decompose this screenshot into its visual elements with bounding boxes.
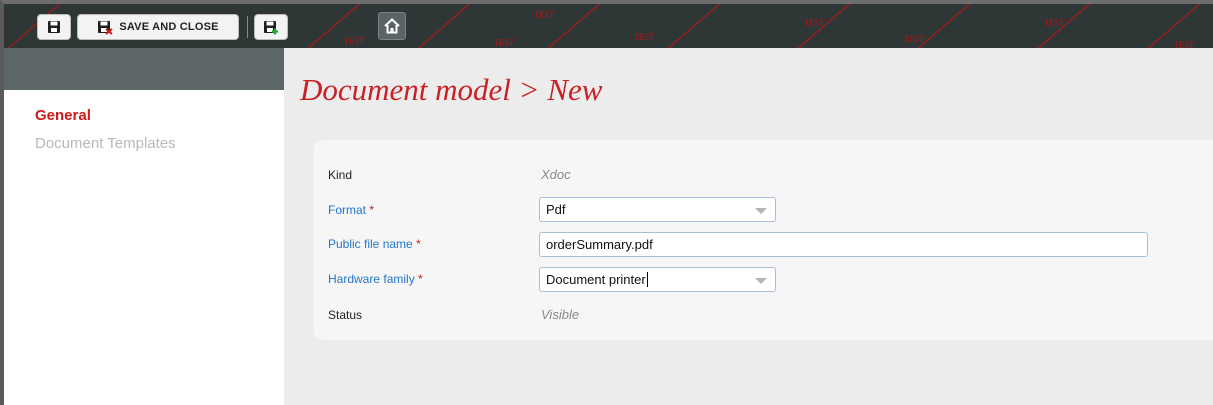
- sidebar: General Document Templates: [4, 48, 284, 405]
- home-button[interactable]: [378, 12, 406, 40]
- save-button[interactable]: [37, 14, 71, 40]
- app-window: TEST TEST TEST TEST TEST TEST TEST TEST: [0, 0, 1213, 405]
- toolbar-divider: [247, 16, 248, 38]
- watermark-text: TEST: [634, 32, 655, 42]
- save-and-close-label: SAVE AND CLOSE: [119, 21, 219, 33]
- dropdown-arrow-icon[interactable]: [755, 208, 767, 214]
- floppy-disk-icon: [48, 21, 60, 33]
- required-marker: *: [369, 203, 375, 217]
- watermark-text: TEST: [494, 38, 515, 48]
- home-icon: [384, 18, 400, 34]
- watermark-text: TEST: [1174, 40, 1195, 48]
- public-file-name-label: Public file name *: [328, 237, 421, 251]
- dropdown-arrow-icon[interactable]: [755, 278, 767, 284]
- watermark-text: TEST: [1044, 18, 1065, 28]
- public-file-name-value: orderSummary.pdf: [546, 237, 653, 252]
- watermark-text: TEST: [804, 18, 825, 28]
- sidebar-header: [4, 48, 284, 90]
- save-and-new-button[interactable]: [254, 14, 288, 40]
- watermark-text: TEST: [344, 36, 365, 46]
- format-selected-value: Pdf: [546, 202, 566, 217]
- format-label: Format *: [328, 203, 375, 217]
- kind-label: Kind: [328, 168, 353, 182]
- status-value: Visible: [541, 307, 580, 322]
- hardware-family-label: Hardware family *: [328, 272, 423, 286]
- toolbar: TEST TEST TEST TEST TEST TEST TEST TEST: [4, 4, 1213, 48]
- form-panel: Kind Xdoc Format * Pdf Public file name …: [314, 140, 1213, 340]
- page-title: Document model > New: [300, 72, 603, 107]
- save-and-close-icon: [98, 20, 113, 35]
- hardware-family-select[interactable]: Document printer: [539, 267, 776, 292]
- sidebar-item-general[interactable]: General: [35, 107, 91, 124]
- required-marker: *: [416, 237, 421, 251]
- main-content: Document model > New Kind Xdoc Format * …: [284, 48, 1213, 405]
- kind-value: Xdoc: [541, 167, 571, 182]
- watermark-text: TEST: [534, 10, 555, 20]
- public-file-name-input[interactable]: orderSummary.pdf: [539, 232, 1148, 257]
- save-and-close-button[interactable]: SAVE AND CLOSE: [77, 14, 239, 40]
- format-select[interactable]: Pdf: [539, 197, 776, 222]
- text-cursor: [646, 272, 648, 287]
- status-label: Status: [328, 308, 363, 322]
- hardware-family-selected-value: Document printer: [546, 272, 646, 287]
- save-and-new-icon: [264, 20, 278, 34]
- required-marker: *: [418, 272, 423, 286]
- sidebar-item-document-templates[interactable]: Document Templates: [35, 135, 176, 152]
- watermark-text: TEST: [904, 34, 925, 44]
